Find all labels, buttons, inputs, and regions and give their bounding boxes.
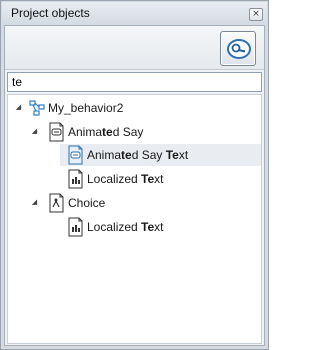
close-button[interactable]: × [249, 8, 263, 21]
object-tree: ◢ My_behavior2 ◢ Animated Say Animated S… [7, 94, 262, 344]
collapse-arrow-icon[interactable]: ◢ [30, 127, 39, 136]
localized-text-icon [68, 217, 83, 237]
say-text-icon [68, 145, 83, 165]
node-label: Animated Say Text [87, 148, 189, 162]
say-icon [49, 122, 64, 142]
node-label: Animated Say [68, 125, 144, 139]
project-objects-panel: Project objects × ◢ [0, 0, 269, 350]
tree-node-my-behavior2[interactable]: ◢ My_behavior2 [8, 97, 261, 119]
search-toggle-button[interactable] [220, 31, 256, 66]
localized-text-icon [68, 169, 83, 189]
node-label: Localized Text [87, 172, 164, 186]
panel-title: Project objects [11, 6, 90, 20]
toolbar [5, 26, 264, 70]
collapse-arrow-icon[interactable]: ◢ [30, 198, 39, 207]
collapse-arrow-icon[interactable]: ◢ [14, 103, 23, 112]
panel-titlebar[interactable]: Project objects × [2, 2, 267, 24]
tree-node-choice[interactable]: ◢ Choice [8, 192, 261, 214]
node-label: Localized Text [87, 220, 164, 234]
node-label: Choice [68, 196, 106, 210]
tree-node-animated-say-text[interactable]: Animated Say Text [60, 144, 261, 166]
node-label: My_behavior2 [48, 101, 124, 115]
hierarchy-icon [29, 100, 45, 116]
tree-node-localized-text[interactable]: Localized Text [60, 216, 261, 238]
panel-content: ◢ My_behavior2 ◢ An [4, 25, 265, 346]
search-icon [227, 39, 251, 59]
search-input[interactable] [7, 72, 262, 92]
tree-node-localized-text[interactable]: Localized Text [60, 168, 261, 190]
choice-icon [49, 193, 64, 213]
close-icon: × [252, 9, 260, 19]
tree-node-animated-say[interactable]: ◢ Animated Say [8, 121, 261, 143]
